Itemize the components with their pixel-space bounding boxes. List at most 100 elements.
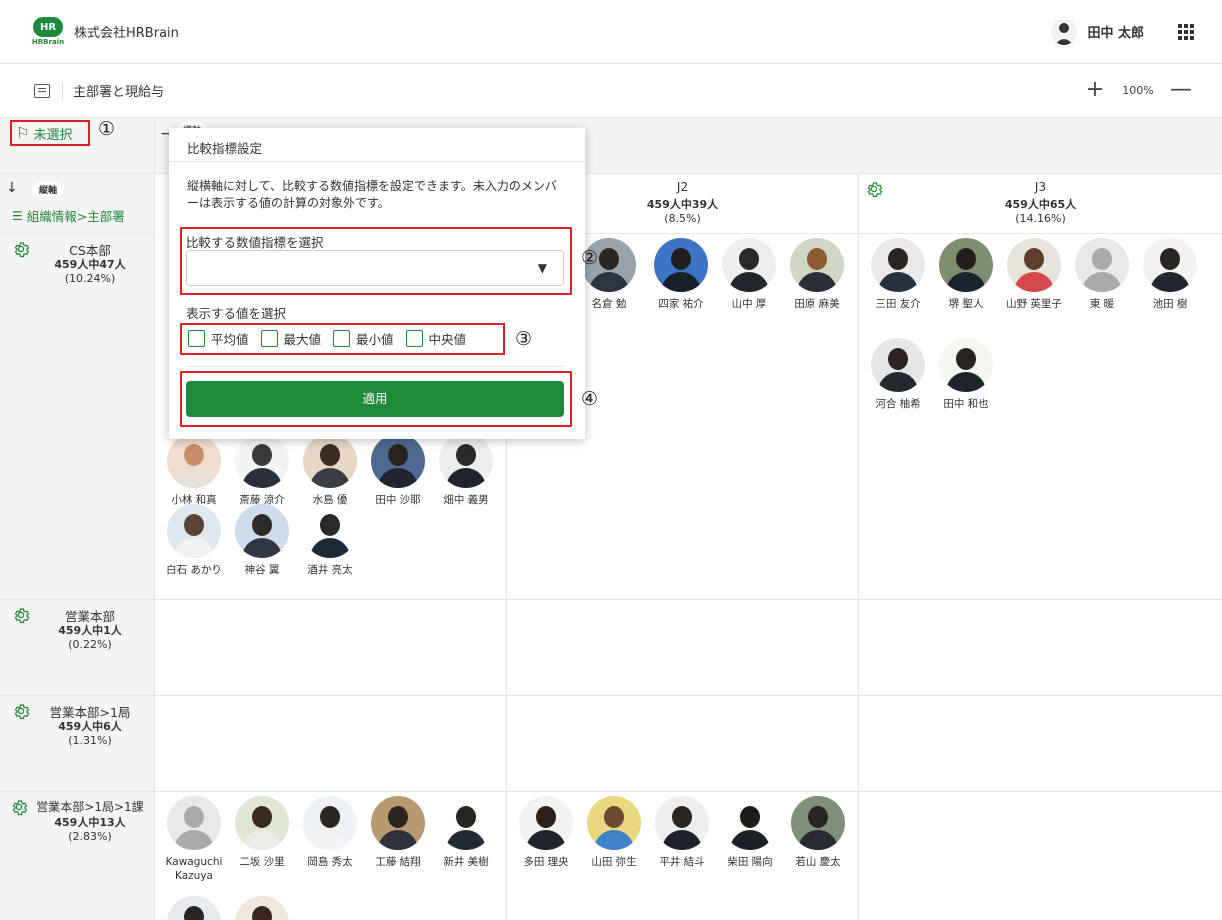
member-avatar — [167, 796, 221, 850]
member-avatar — [167, 504, 221, 558]
metric-select[interactable]: ▼ — [186, 250, 564, 286]
checkbox-min[interactable]: 最小値 — [333, 329, 394, 348]
member-card[interactable]: 堺 聖人 — [933, 238, 999, 311]
member-name: 神谷 翼 — [244, 564, 280, 576]
annotation-2: ② — [581, 247, 599, 269]
gear-icon[interactable] — [12, 702, 30, 720]
toolbar: 主部署と現給与 + 100% — — [0, 64, 1222, 118]
member-card[interactable]: 若山 慶太 — [785, 796, 851, 869]
flag-icon: ⚐ — [16, 124, 30, 142]
member-card[interactable]: 田中 和也 — [933, 338, 999, 411]
member-card[interactable]: 三田 友介 — [865, 238, 931, 311]
annotation-3: ③ — [515, 328, 533, 350]
zoom-in-button[interactable]: + — [1082, 77, 1108, 104]
row-title: 営業本部>1局>1課 — [36, 800, 144, 814]
zoom-out-button[interactable]: — — [1168, 77, 1194, 104]
user-avatar[interactable] — [1051, 18, 1078, 45]
apply-button[interactable]: 適用 — [186, 381, 564, 417]
member-name: 堺 聖人 — [948, 298, 984, 310]
arrow-down-icon: ↓ — [6, 180, 18, 196]
hrbrain-logo[interactable]: HR HRBrain — [30, 17, 66, 46]
member-card[interactable]: 田原 麻美 — [784, 238, 850, 311]
member-card[interactable]: 田中 沙耶 — [365, 434, 431, 507]
logo-mark: HR — [33, 17, 63, 37]
annotation-4: ④ — [581, 388, 599, 410]
member-avatar — [871, 238, 925, 292]
member-name: 三田 友介 — [875, 298, 921, 310]
member-avatar — [871, 338, 925, 392]
member-avatar — [371, 434, 425, 488]
logo-text: HRBrain — [31, 38, 65, 46]
member-name: 山田 弥生 — [591, 856, 637, 868]
member-card[interactable]: Kawaguchi Kazuya — [161, 796, 227, 883]
company-name: 株式会社HRBrain — [74, 26, 179, 41]
checkbox-max[interactable]: 最大値 — [260, 329, 321, 348]
display-value-label: 表示する値を選択 — [186, 306, 287, 321]
member-card[interactable]: 神谷 翼 — [229, 504, 295, 577]
gear-icon[interactable] — [12, 240, 30, 258]
checkbox-average[interactable]: 平均値 — [188, 329, 249, 348]
column-count: 459人中65人 — [1004, 198, 1077, 211]
user-name[interactable]: 田中 太郎 — [1087, 22, 1144, 41]
cell-sales-col3 — [859, 600, 1222, 696]
member-name: 二坂 沙里 — [239, 856, 285, 868]
row-percent: (1.31%) — [68, 734, 112, 747]
member-card[interactable]: 柴田 陽向 — [717, 796, 783, 869]
gear-icon[interactable] — [10, 798, 28, 816]
apps-grid-icon[interactable] — [1178, 23, 1194, 40]
top-header: HR HRBrain 株式会社HRBrain 田中 太郎 — [0, 0, 1222, 64]
member-avatar — [439, 796, 493, 850]
caret-down-icon: ▼ — [537, 261, 547, 275]
column-header-j3: J3 459人中65人 (14.16%) — [859, 174, 1222, 234]
gear-icon[interactable] — [12, 606, 30, 624]
member-avatar — [439, 434, 493, 488]
checkbox-box — [405, 330, 423, 347]
member-card[interactable]: 畑中 義男 — [433, 434, 499, 507]
member-card[interactable]: 新井 美樹 — [433, 796, 499, 869]
checkbox-label: 最小値 — [356, 332, 394, 347]
member-avatar — [791, 796, 845, 850]
member-avatar — [1007, 238, 1061, 292]
row-count: 459人中6人 — [58, 720, 122, 733]
cell-sales1-col1 — [155, 696, 507, 792]
member-name: 河合 柚希 — [875, 398, 921, 410]
row-count: 459人中1人 — [58, 624, 122, 637]
checkbox-box — [260, 330, 278, 347]
member-card[interactable]: 東 暖 — [1069, 238, 1135, 311]
checkbox-median[interactable]: 中央値 — [405, 329, 467, 348]
checkbox-label: 中央値 — [428, 332, 467, 347]
member-card[interactable]: 二坂 沙里 — [229, 796, 295, 869]
member-card[interactable]: 平井 結斗 — [649, 796, 715, 869]
member-card[interactable]: 小林 和真 — [161, 434, 227, 507]
unselected-filter[interactable]: ⚐ 未選択 — [10, 120, 90, 146]
zoom-level: 100% — [1122, 84, 1154, 97]
member-card[interactable]: 山中 厚 — [716, 238, 782, 311]
member-card[interactable]: 四家 祐介 — [648, 238, 714, 311]
member-card[interactable]: 池田 樹 — [1137, 238, 1203, 311]
list-icon[interactable] — [34, 83, 50, 98]
vertical-axis-selector[interactable]: ☰ 組織情報>主部署 — [12, 206, 125, 225]
row-header-sales: 営業本部 459人中1人 (0.22%) — [0, 600, 155, 696]
member-name: 山中 厚 — [731, 298, 767, 310]
member-card[interactable]: 山野 英里子 — [1001, 238, 1067, 311]
member-card[interactable]: 河合 柚希 — [865, 338, 931, 411]
column-percent: (14.16%) — [1015, 212, 1066, 225]
member-card[interactable]: 工藤 結翔 — [365, 796, 431, 869]
app: HR HRBrain 株式会社HRBrain 田中 太郎 主部署と現給与 + 1… — [0, 0, 1222, 920]
display-value-options: 平均値 最大値 最小値 中央値 — [188, 329, 478, 348]
member-name: 池田 樹 — [1152, 298, 1188, 310]
cell-sales-col1 — [155, 600, 507, 696]
member-card[interactable]: 岡島 秀太 — [297, 796, 363, 869]
member-avatar — [167, 434, 221, 488]
member-card[interactable]: 水島 優 — [297, 434, 363, 507]
member-avatar — [939, 338, 993, 392]
cell-sales11-col3 — [859, 792, 1222, 920]
member-avatar — [587, 796, 641, 850]
member-avatar — [1075, 238, 1129, 292]
member-card[interactable]: 斎藤 涼介 — [229, 434, 295, 507]
member-avatar — [303, 796, 357, 850]
member-card[interactable]: 白石 あかり — [161, 504, 227, 577]
member-card[interactable]: 多田 理央 — [513, 796, 579, 869]
member-card[interactable]: 山田 弥生 — [581, 796, 647, 869]
member-card[interactable]: 酒井 亮太 — [297, 504, 363, 577]
